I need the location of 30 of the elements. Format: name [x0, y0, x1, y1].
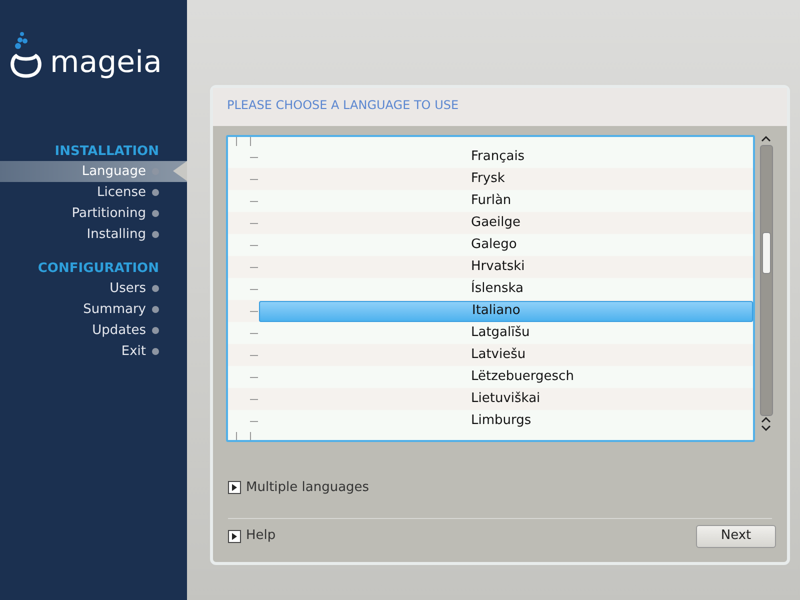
language-item[interactable]: Français: [259, 146, 753, 168]
language-item[interactable]: Íslenska: [259, 278, 753, 300]
caret-right-icon: [228, 481, 241, 494]
scroll-up-icon[interactable]: [761, 416, 771, 424]
language-item[interactable]: Furlàn: [259, 190, 753, 212]
scroll-up-icon[interactable]: [761, 135, 771, 143]
step-item: Users: [0, 278, 187, 299]
language-item[interactable]: Italiano: [259, 300, 753, 322]
next-button[interactable]: Next: [696, 524, 776, 548]
panel-title: PLEASE CHOOSE A LANGUAGE TO USE: [227, 98, 459, 112]
language-item[interactable]: Limburgs: [259, 410, 753, 432]
step-item: Partitioning: [0, 203, 187, 224]
step-item: License: [0, 182, 187, 203]
scroll-down-icon[interactable]: [761, 424, 771, 432]
step-item: Summary: [0, 299, 187, 320]
language-item[interactable]: Latgalīšu: [259, 322, 753, 344]
scrollbar-thumb[interactable]: [762, 232, 770, 274]
step-item: Updates: [0, 320, 187, 341]
logo-text: mageia: [50, 48, 162, 80]
pot-icon: [10, 30, 42, 80]
section-title: CONFIGURATION: [36, 260, 160, 278]
step-item: Language: [0, 161, 187, 182]
expander[interactable]: Multiple languages: [228, 478, 370, 498]
language-item[interactable]: Galego: [259, 234, 753, 256]
language-item[interactable]: Lëtzebuergesch: [259, 366, 753, 388]
step-item: Installing: [0, 224, 187, 245]
section-title: INSTALLATION: [54, 143, 160, 161]
expander[interactable]: Help: [228, 526, 276, 546]
caret-right-icon: [228, 530, 241, 542]
step-item: Exit: [0, 341, 187, 362]
